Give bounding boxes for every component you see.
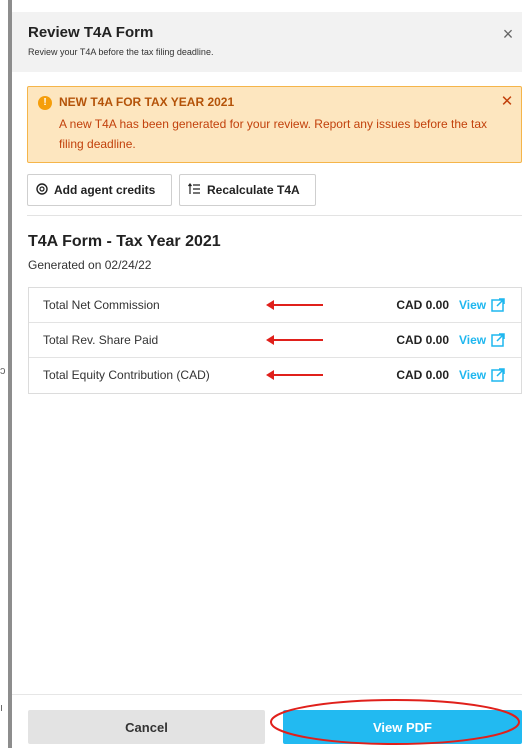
alert-title: NEW T4A FOR TAX YEAR 2021 [59,95,235,109]
form-title: T4A Form - Tax Year 2021 [28,233,221,250]
view-link[interactable]: View [459,298,486,312]
modal-title: Review T4A Form [28,24,154,41]
cancel-button[interactable]: Cancel [28,710,265,744]
external-link-icon[interactable] [491,368,505,382]
generated-date: Generated on 02/24/22 [28,258,152,272]
row-amount: CAD 0.00 [396,368,449,382]
row-label: Total Rev. Share Paid [43,333,159,347]
recalculate-t4a-button[interactable]: Recalculate T4A [179,174,316,206]
review-t4a-modal: Review T4A Form Review your T4A before t… [12,0,522,748]
close-icon[interactable]: × [498,24,518,44]
alert-message: A new T4A has been generated for your re… [59,117,488,151]
modal-header: Review T4A Form Review your T4A before t… [12,12,522,72]
credits-icon [36,182,48,198]
modal-subtitle: Review your T4A before the tax filing de… [28,47,214,57]
sort-list-icon [188,182,201,198]
row-label: Total Net Commission [43,298,160,312]
annotation-arrow-icon [266,370,323,380]
background-text-fragment: ı [0,702,4,714]
t4a-summary-table: Total Net Commission CAD 0.00 View Total… [28,287,522,394]
footer-divider [12,694,522,695]
add-agent-credits-button[interactable]: Add agent credits [27,174,172,206]
row-amount: CAD 0.00 [396,298,449,312]
warning-icon: ! [38,96,52,110]
annotation-arrow-icon [266,335,323,345]
table-row: Total Net Commission CAD 0.00 View [29,288,521,323]
view-link[interactable]: View [459,368,486,382]
view-link[interactable]: View [459,333,486,347]
external-link-icon[interactable] [491,298,505,312]
new-t4a-alert: ! NEW T4A FOR TAX YEAR 2021 A new T4A ha… [27,86,522,163]
annotation-arrow-icon [266,300,323,310]
background-text-fragment: ɔ [0,365,6,377]
section-divider [27,215,522,216]
alert-close-icon[interactable]: ✕ [498,93,516,111]
table-row: Total Equity Contribution (CAD) CAD 0.00… [29,358,521,393]
table-row: Total Rev. Share Paid CAD 0.00 View [29,323,521,358]
view-pdf-button[interactable]: View PDF [283,710,522,744]
recalculate-t4a-label: Recalculate T4A [207,183,300,197]
row-label: Total Equity Contribution (CAD) [43,368,210,382]
add-agent-credits-label: Add agent credits [54,183,156,197]
row-amount: CAD 0.00 [396,333,449,347]
external-link-icon[interactable] [491,333,505,347]
